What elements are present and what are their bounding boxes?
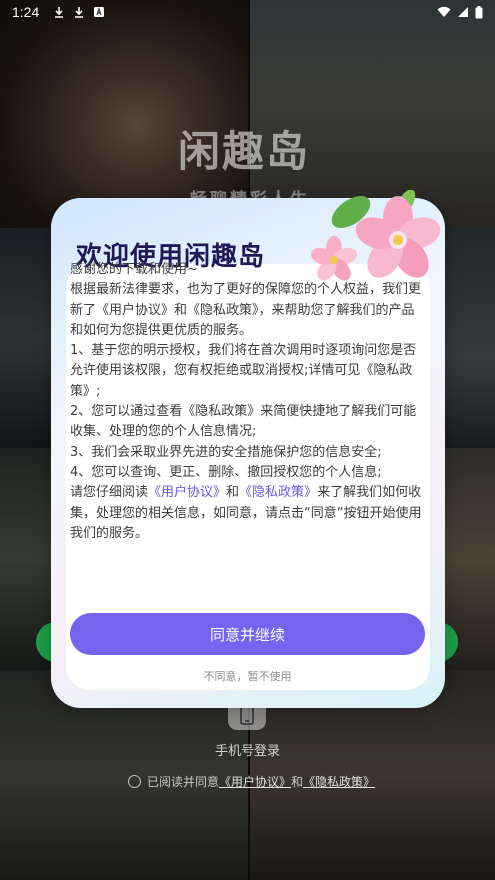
user-agreement-link[interactable]: 《用户协议》 <box>148 485 226 500</box>
status-bar: 1:24 <box>0 0 495 24</box>
dialog-paragraph: 1、基于您的明示授权，我们将在首次调用时逐项询问您是否允许使用该权限，您有权拒绝… <box>70 343 417 399</box>
read-prompt-and: 和 <box>226 485 240 501</box>
notification-app-icon <box>94 7 105 17</box>
dialog-paragraph: 2、您可以通过查看《隐私政策》来简便快捷地了解我们可能收集、处理的您的个人信息情… <box>70 404 417 440</box>
battery-icon <box>475 5 483 18</box>
phone-icon <box>240 705 254 725</box>
dialog-paragraph: 请您仔细阅读《用户协议》和《隐私政策》来了解我们如何收集，处理您的相关信息，如同… <box>70 483 424 544</box>
read-prompt-text: 请您仔细阅读 <box>70 485 149 501</box>
dialog-paragraph: 感谢您的下载和使用~ <box>70 262 198 277</box>
download-icon <box>75 7 84 18</box>
app-logo-text: 闲趣岛 <box>178 127 311 176</box>
dialog-paragraph: 4、您可以查询、更正、删除、撤回授权您的个人信息; <box>70 464 382 480</box>
dialog-paragraph: 3、我们会采取业界先进的安全措施保护您的信息安全; <box>70 444 382 460</box>
privacy-policy-link[interactable]: 《隐私政策》 <box>303 773 375 790</box>
privacy-policy-link[interactable]: 《隐私政策》 <box>239 485 317 500</box>
user-agreement-link[interactable]: 《用户协议》 <box>219 773 291 790</box>
status-right-icons <box>437 5 483 19</box>
download-icon <box>55 7 64 18</box>
agreement-row: 已阅读并同意 《用户协议》 和 《隐私政策》 <box>128 773 375 790</box>
status-time: 1:24 <box>12 4 40 20</box>
decline-link[interactable]: 不同意，暂不使用 <box>70 668 425 684</box>
agree-continue-button[interactable]: 同意并继续 <box>70 613 425 655</box>
agreement-and: 和 <box>291 775 304 789</box>
agreement-prefix: 已阅读并同意 <box>147 775 220 789</box>
dialog-paragraph: 根据最新法律要求，也为了更好的保障您的个人权益，我们更新了《用户协议》和《隐私政… <box>70 282 422 338</box>
agreement-checkbox[interactable] <box>128 775 141 788</box>
wifi-icon <box>437 6 451 17</box>
dialog-body: 感谢您的下载和使用~ 根据最新法律要求，也为了更好的保障您的个人权益，我们更新了… <box>70 260 424 544</box>
signal-icon <box>458 7 468 17</box>
phone-login-label[interactable]: 手机号登录 <box>0 740 495 759</box>
